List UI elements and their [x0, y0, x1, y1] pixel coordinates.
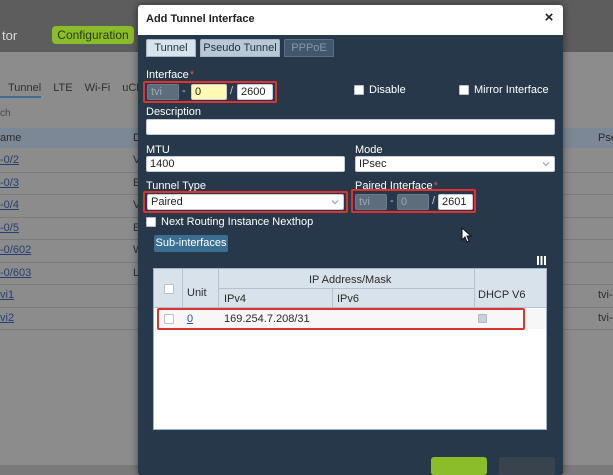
row-link[interactable]: -0/603	[0, 267, 31, 279]
mirror-interface-label: Mirror Interface	[474, 84, 549, 96]
tunnel-type-value: Paired	[151, 196, 183, 208]
tab-wifi[interactable]: Wi-Fi	[85, 80, 111, 98]
paired-unit-field[interactable]: 2601	[438, 194, 473, 210]
row-link[interactable]: -0/4	[0, 199, 19, 211]
columns-icon[interactable]	[537, 256, 546, 265]
col-name-header: ame	[0, 132, 22, 144]
row-cell: tvi-	[598, 289, 613, 301]
interface-slot-field[interactable]: 0	[191, 84, 227, 100]
select-all-checkbox[interactable]	[164, 284, 174, 294]
tab-lte[interactable]: LTE	[53, 80, 72, 98]
col-ipv6-header: IPv6	[337, 293, 360, 305]
mode-value: IPsec	[359, 158, 387, 170]
col-pseudo-header: Pseu	[598, 132, 613, 144]
col-dhcp-header: DHCP V6	[478, 289, 526, 301]
chevron-down-icon	[331, 200, 339, 205]
row-link[interactable]: -0/3	[0, 177, 19, 189]
grid-subheader-divider	[218, 288, 474, 289]
paired-prefix-field: tvi	[355, 194, 387, 210]
sub-interfaces-grid: Unit IP Address/Mask IPv4 IPv6 DHCP V6 0…	[153, 268, 547, 430]
paired-dash: -	[390, 195, 394, 207]
interface-unit-field[interactable]: 2600	[237, 84, 273, 100]
col-ipv4-header: IPv4	[224, 293, 247, 305]
col-ipmask-header: IP Address/Mask	[309, 274, 392, 286]
interface-dash: -	[182, 85, 186, 97]
description-field[interactable]	[146, 119, 555, 135]
disable-label: Disable	[369, 84, 406, 96]
tab-pppoe: PPPoE	[284, 39, 334, 57]
app-title: tor	[2, 28, 18, 43]
disable-checkbox[interactable]	[354, 85, 364, 95]
tab-pseudo-tunnel[interactable]: Pseudo Tunnel	[200, 39, 280, 57]
row-link[interactable]: -0/2	[0, 154, 19, 166]
mirror-interface-checkbox[interactable]	[459, 85, 469, 95]
mtu-field[interactable]: 1400	[146, 156, 345, 172]
mode-label: Mode	[355, 144, 383, 156]
subinterface-row-highlight	[157, 308, 525, 330]
add-tunnel-interface-dialog: Add Tunnel Interface × Tunnel Pseudo Tun…	[138, 5, 563, 475]
row-link[interactable]: -0/5	[0, 222, 19, 234]
paired-slot-field: 0	[397, 194, 429, 210]
mouse-pointer-icon	[461, 227, 473, 243]
interface-slash: /	[230, 85, 234, 97]
row-link[interactable]: -0/602	[0, 244, 31, 256]
sub-interfaces-button[interactable]: Sub-interfaces	[154, 235, 228, 252]
row-link[interactable]: vi2	[0, 312, 14, 324]
dialog-header: Add Tunnel Interface ×	[138, 5, 563, 35]
tunnel-type-select[interactable]: Paired	[147, 194, 344, 210]
paired-slash: /	[432, 195, 436, 207]
dialog-title: Add Tunnel Interface	[146, 13, 255, 25]
row-link[interactable]: vi1	[0, 289, 14, 301]
mtu-label: MTU	[146, 144, 170, 156]
configuration-button[interactable]: Configuration	[52, 26, 134, 44]
chevron-down-icon	[542, 162, 550, 167]
search-field-bg[interactable]: ch	[0, 108, 140, 122]
interface-label: Interface*	[146, 69, 195, 81]
cancel-button[interactable]	[499, 457, 555, 475]
tab-tunnel[interactable]: Tunnel	[146, 39, 196, 57]
col-unit-header: Unit	[187, 287, 207, 299]
description-label: Description	[146, 106, 202, 118]
row-cell: tvi-	[598, 311, 613, 324]
close-icon[interactable]: ×	[541, 10, 557, 26]
next-routing-checkbox[interactable]	[146, 217, 156, 227]
mode-select[interactable]: IPsec	[355, 156, 555, 172]
interface-prefix-field: tvi	[147, 84, 179, 100]
next-routing-label: Next Routing Instance Nexthop	[161, 216, 314, 228]
tab-tunnel-bg[interactable]: Tunnel	[0, 80, 42, 98]
interface-tabs: Tunnel LTE Wi-Fi uCPE	[0, 80, 151, 98]
ok-button[interactable]	[431, 457, 487, 475]
